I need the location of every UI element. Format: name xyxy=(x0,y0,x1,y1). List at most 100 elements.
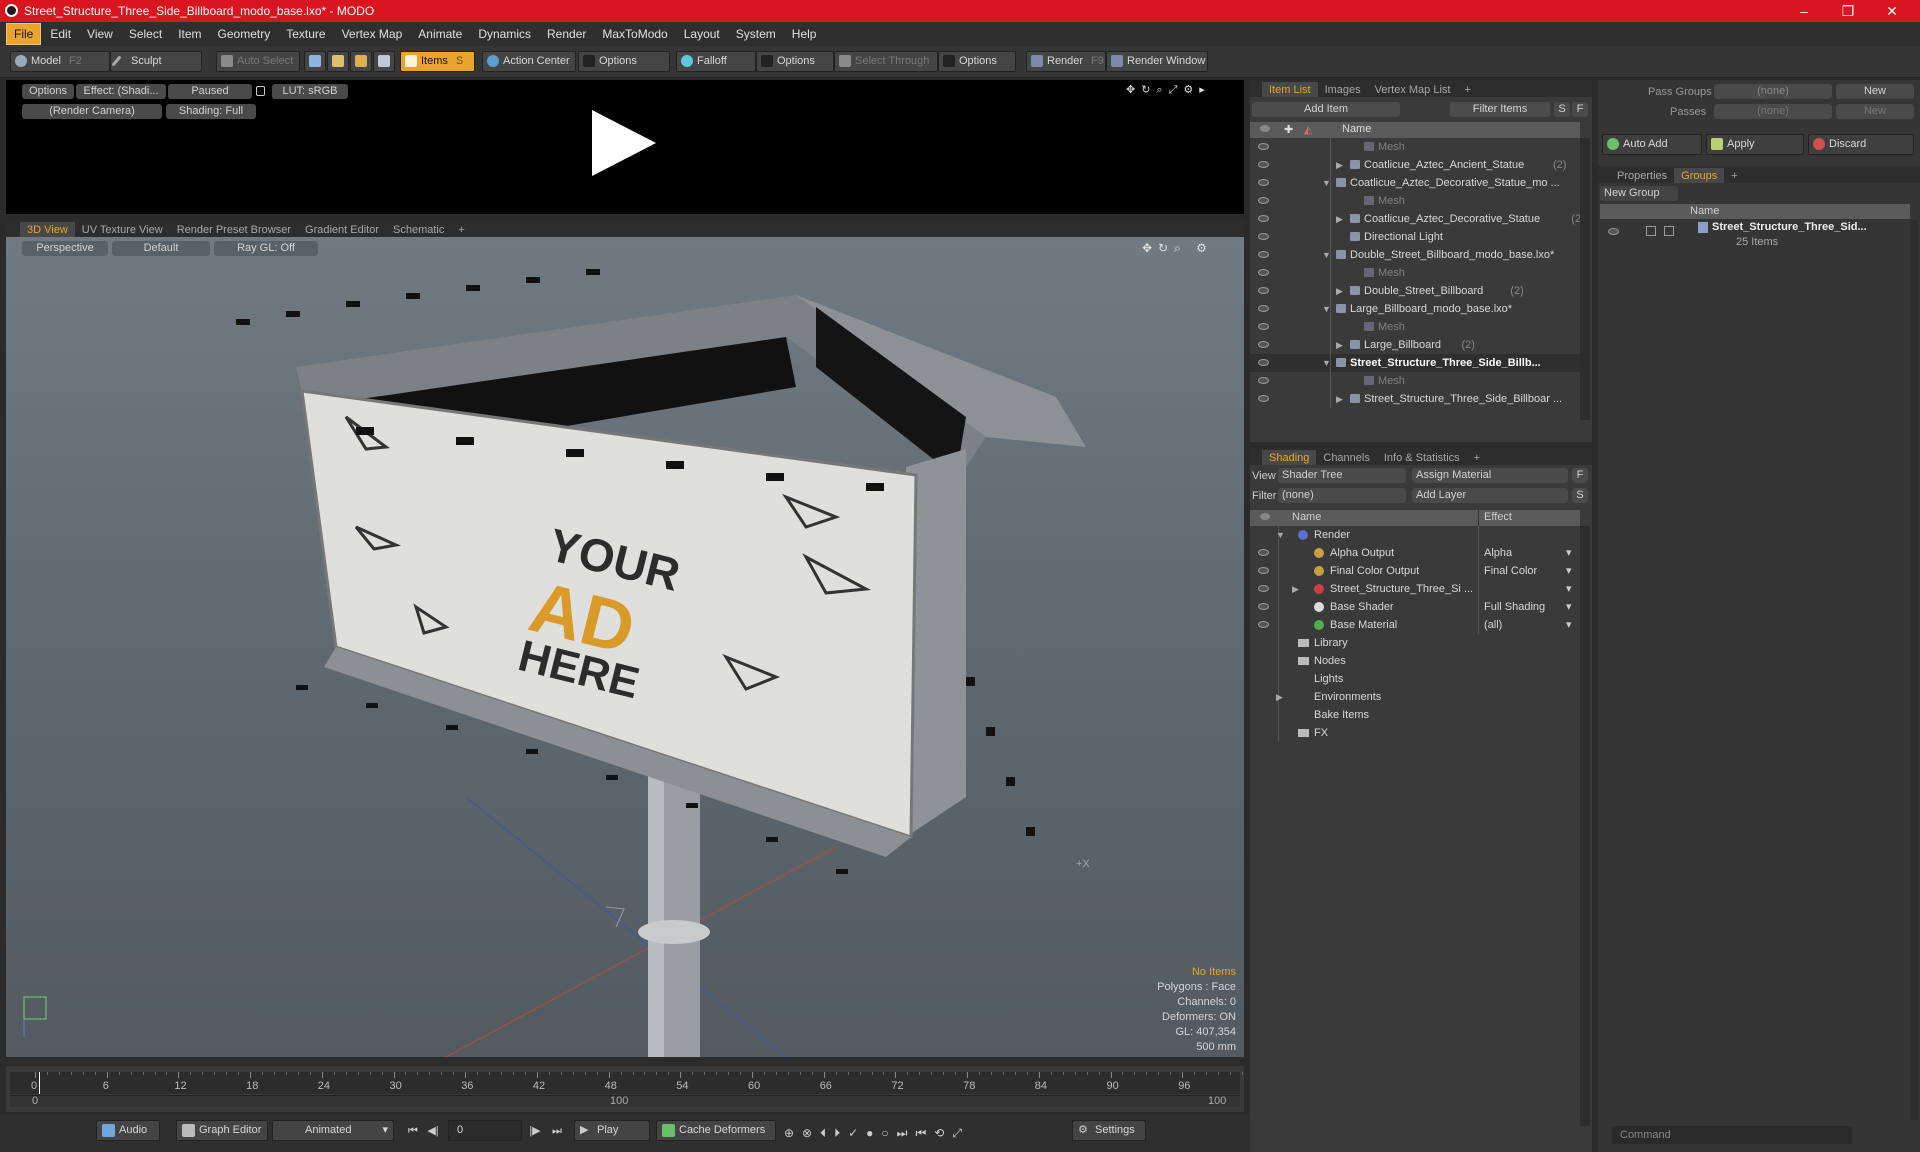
visibility-eye-icon[interactable] xyxy=(1258,161,1269,168)
shader-effect[interactable]: (all) xyxy=(1484,616,1502,634)
expand-right-icon[interactable]: ▶ xyxy=(1336,282,1343,300)
go-start-icon[interactable]: ⏮ xyxy=(406,1124,420,1138)
shader-row[interactable]: Library xyxy=(1250,634,1580,652)
item-row[interactable]: Directional Light xyxy=(1250,228,1580,246)
expand-right-icon[interactable]: ▶ xyxy=(1336,390,1343,408)
rightpanel-tab-groups[interactable]: Groups xyxy=(1674,168,1725,183)
shader-row[interactable]: Nodes xyxy=(1250,652,1580,670)
add-item-dropdown[interactable]: Add Item xyxy=(1252,102,1400,117)
menu-view[interactable]: View xyxy=(80,24,120,44)
visibility-eye-icon[interactable] xyxy=(1258,197,1269,204)
item-row[interactable]: ▼ Large_Billboard_modo_base.lxo* xyxy=(1250,300,1580,318)
shading-s-button[interactable]: S xyxy=(1572,488,1588,503)
select-through-button[interactable]: Select Through xyxy=(834,51,938,72)
shader-row[interactable]: Base Material (all) ▾ xyxy=(1250,616,1580,634)
expand-right-icon[interactable]: ▶ xyxy=(1336,156,1343,174)
visibility-eye-icon[interactable] xyxy=(1258,377,1269,384)
preview-effect-dropdown[interactable]: Effect: (Shadi... xyxy=(76,84,166,99)
close-button[interactable]: ✕ xyxy=(1870,0,1914,22)
group-select-checkbox[interactable] xyxy=(1664,226,1674,236)
expand-right-icon[interactable]: ▶ xyxy=(1292,580,1299,598)
itemlist-tab-images[interactable]: Images xyxy=(1318,82,1368,97)
rightpanel-add-tab-icon[interactable]: + xyxy=(1724,168,1744,183)
item-row[interactable]: Mesh xyxy=(1250,264,1580,282)
item-row[interactable]: Mesh xyxy=(1250,318,1580,336)
shading-filter-dropdown[interactable]: (none) xyxy=(1278,488,1406,503)
command-input[interactable]: Command xyxy=(1612,1126,1852,1144)
menu-help[interactable]: Help xyxy=(785,24,824,44)
assign-material-dropdown[interactable]: Assign Material xyxy=(1412,468,1568,483)
shading-tab-channels[interactable]: Channels xyxy=(1316,450,1376,465)
visibility-eye-icon[interactable] xyxy=(1258,359,1269,366)
expand-right-icon[interactable]: ▶ xyxy=(1336,336,1343,354)
shader-visibility-icon[interactable] xyxy=(1258,549,1269,556)
shader-row[interactable]: Base Shader Full Shading ▾ xyxy=(1250,598,1580,616)
expand-down-icon[interactable]: ▼ xyxy=(1276,526,1285,544)
items-mode-button[interactable]: Items S xyxy=(400,51,475,72)
visibility-eye-icon[interactable] xyxy=(1258,269,1269,276)
expand-right-icon[interactable]: ▶ xyxy=(1276,688,1283,706)
shader-row[interactable]: ▶ Street_Structure_Three_Si ... ▾ xyxy=(1250,580,1580,598)
visibility-eye-icon[interactable] xyxy=(1258,143,1269,150)
next-key-icon[interactable]: |▶ xyxy=(528,1124,542,1138)
playhead[interactable] xyxy=(39,1072,40,1094)
maximize-button[interactable]: ❐ xyxy=(1826,0,1870,22)
group-lock-checkbox[interactable] xyxy=(1646,226,1656,236)
shader-row[interactable]: ▼ Render xyxy=(1250,526,1580,544)
edges-mode-icon[interactable] xyxy=(327,51,349,72)
item-row[interactable]: Mesh xyxy=(1250,192,1580,210)
viewport-tab-gradient-editor[interactable]: Gradient Editor xyxy=(298,222,386,237)
cache-deformers-button[interactable]: Cache Deformers xyxy=(656,1120,776,1141)
menu-render[interactable]: Render xyxy=(540,24,593,44)
pass-groups-dropdown[interactable]: (none) xyxy=(1714,84,1832,99)
audio-button[interactable]: Audio xyxy=(96,1120,160,1141)
falloff-options-button[interactable]: Options xyxy=(756,51,834,72)
shader-row[interactable]: Bake Items xyxy=(1250,706,1580,724)
viewport-tab-schematic[interactable]: Schematic xyxy=(386,222,451,237)
action-center-button[interactable]: Action Center xyxy=(482,51,576,72)
graph-editor-button[interactable]: Graph Editor xyxy=(176,1120,268,1141)
shading-tab-shading[interactable]: Shading xyxy=(1262,450,1317,465)
item-row[interactable]: Mesh xyxy=(1250,138,1580,156)
viewport-tab-uv-texture-view[interactable]: UV Texture View xyxy=(75,222,170,237)
vertices-mode-icon[interactable] xyxy=(304,51,326,72)
play-button[interactable]: ▶ Play xyxy=(574,1120,650,1141)
settings-button[interactable]: ⚙ Settings xyxy=(1072,1120,1146,1141)
preview-camera-dropdown[interactable]: (Render Camera) xyxy=(22,104,162,119)
menu-dynamics[interactable]: Dynamics xyxy=(471,24,538,44)
chevron-down-icon[interactable]: ▾ xyxy=(1566,562,1572,580)
shader-row[interactable]: Alpha Output Alpha ▾ xyxy=(1250,544,1580,562)
expand-down-icon[interactable]: ▼ xyxy=(1322,354,1331,372)
menu-file[interactable]: File xyxy=(6,23,42,45)
viewport-tab-render-preset-browser[interactable]: Render Preset Browser xyxy=(170,222,298,237)
visibility-eye-icon[interactable] xyxy=(1258,305,1269,312)
visibility-eye-icon[interactable] xyxy=(1258,323,1269,330)
timeline-range[interactable]: 0 100 100 xyxy=(10,1095,1240,1107)
go-end-icon[interactable]: ⏭ xyxy=(550,1124,564,1138)
visibility-eye-icon[interactable] xyxy=(1258,179,1269,186)
falloff-button[interactable]: Falloff xyxy=(676,51,756,72)
visibility-eye-icon[interactable] xyxy=(1258,341,1269,348)
preview-options-button[interactable]: Options xyxy=(22,84,74,99)
viewport-tab-3d-view[interactable]: 3D View xyxy=(20,222,75,237)
add-layer-dropdown[interactable]: Add Layer xyxy=(1412,488,1568,503)
auto-add-button[interactable]: Auto Add xyxy=(1602,134,1702,155)
minimize-button[interactable]: – xyxy=(1782,0,1826,22)
shader-effect[interactable]: Full Shading xyxy=(1484,598,1545,616)
new-pass-group-button[interactable]: New xyxy=(1836,84,1914,99)
viewport-3d[interactable]: Perspective Default Ray GL: Off ✥↻⌕ ⚙ YO… xyxy=(6,237,1244,1057)
timeline-ruler[interactable]: 0 6 12 18 24 30 36 42 48 54 60 66 72 78 84 90 96 xyxy=(10,1072,1243,1094)
materials-mode-icon[interactable] xyxy=(373,51,395,72)
group-row[interactable]: Street_Structure_Three_Sid... 25 Items xyxy=(1600,220,1910,256)
menu-vertex-map[interactable]: Vertex Map xyxy=(335,24,410,44)
shading-tab-info-statistics[interactable]: Info & Statistics xyxy=(1377,450,1467,465)
passes-dropdown[interactable]: (none) xyxy=(1714,104,1832,119)
expand-down-icon[interactable]: ▼ xyxy=(1322,300,1331,318)
menu-edit[interactable]: Edit xyxy=(43,24,78,44)
auto-select-button[interactable]: Auto Select xyxy=(216,51,300,72)
select-through-options-button[interactable]: Options xyxy=(938,51,1016,72)
item-row[interactable]: ▶ Large_Billboard (2) xyxy=(1250,336,1580,354)
menu-animate[interactable]: Animate xyxy=(411,24,469,44)
discard-button[interactable]: Discard xyxy=(1808,134,1914,155)
shader-visibility-icon[interactable] xyxy=(1258,585,1269,592)
